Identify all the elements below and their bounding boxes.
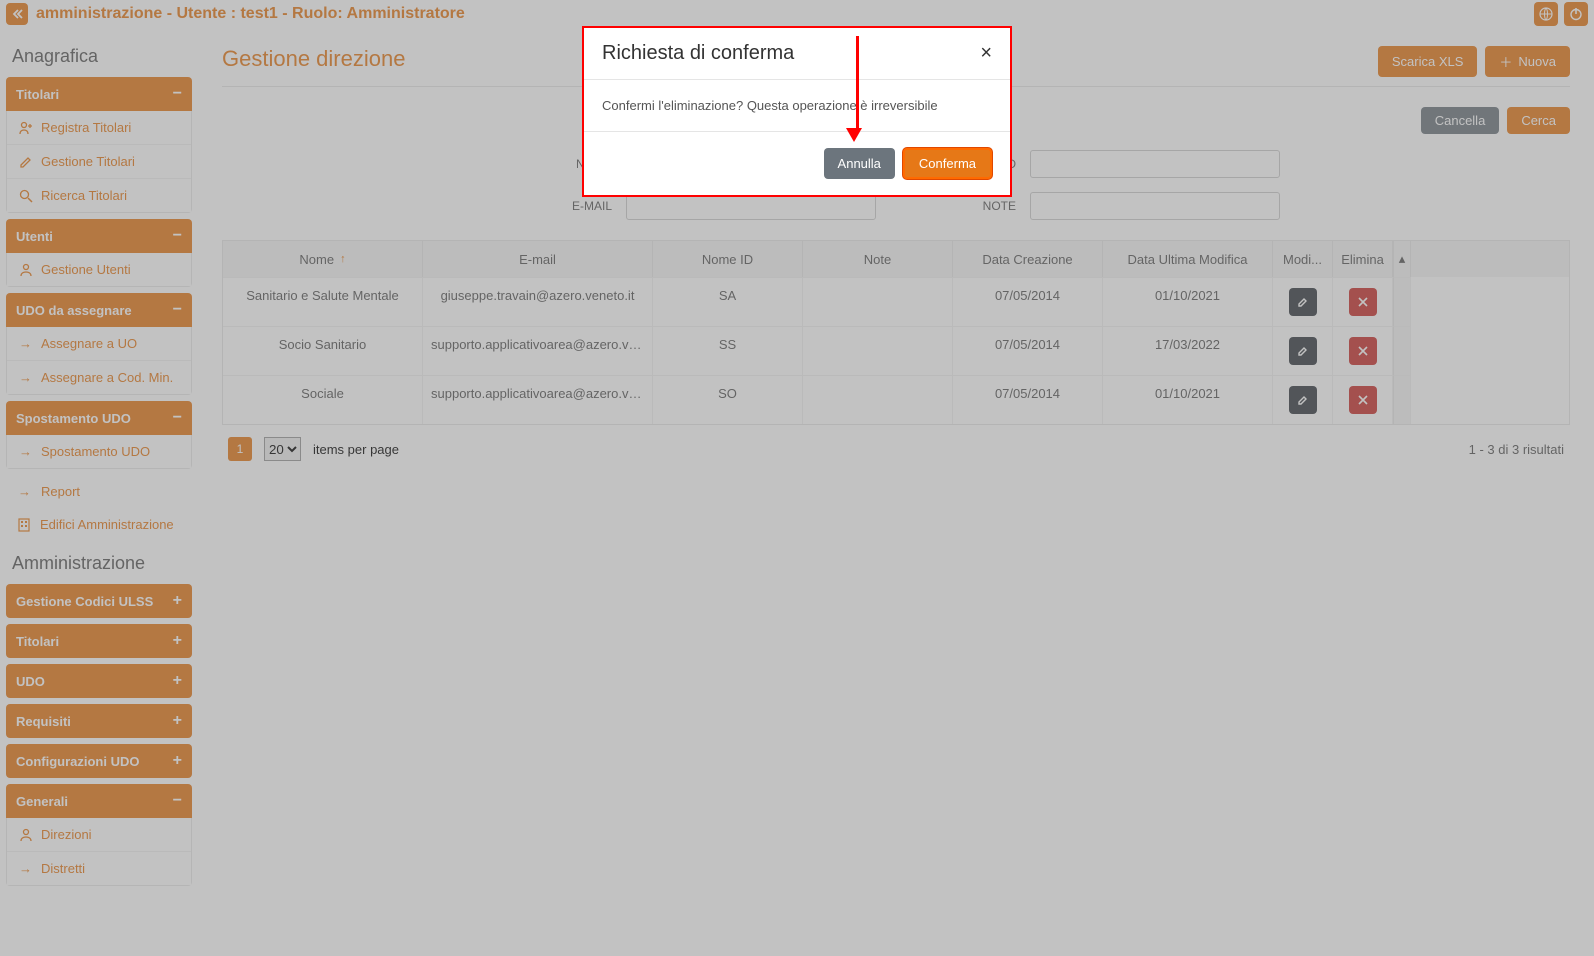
confirm-dialog: Richiesta di conferma × Confermi l'elimi… — [582, 26, 1012, 197]
close-icon: × — [980, 42, 992, 64]
modal-cancel-button[interactable]: Annulla — [824, 148, 895, 179]
modal-overlay: Richiesta di conferma × Confermi l'elimi… — [0, 0, 1594, 956]
modal-title: Richiesta di conferma — [602, 42, 794, 65]
modal-close-button[interactable]: × — [980, 42, 992, 65]
modal-confirm-button[interactable]: Conferma — [903, 148, 992, 179]
modal-body: Confermi l'eliminazione? Questa operazio… — [584, 80, 1010, 132]
